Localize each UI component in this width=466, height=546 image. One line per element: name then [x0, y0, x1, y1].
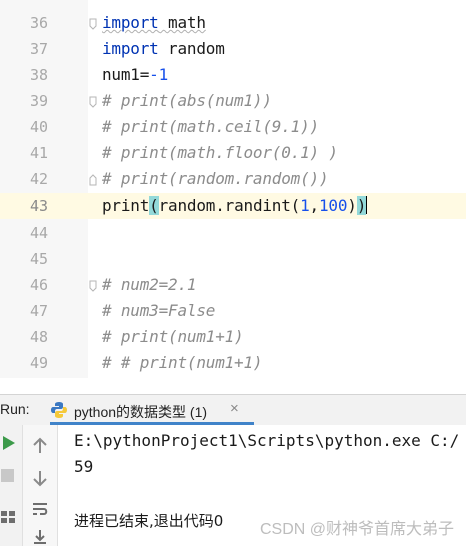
code-line-47[interactable]: 47 # num3=False	[0, 298, 466, 324]
console-actions-toolbar	[23, 425, 58, 546]
line-number: 48	[29, 328, 48, 346]
run-tool-window-header: Run: python的数据类型 (1) ×	[0, 394, 466, 426]
code-line-38[interactable]: 38 num1=-1	[0, 62, 466, 88]
code-line-48[interactable]: 48 # print(num1+1)	[0, 324, 466, 350]
line-number: 42	[29, 170, 48, 188]
code-comment: # num2=2.1	[102, 275, 197, 294]
line-number: 41	[29, 144, 48, 162]
run-tab[interactable]: python的数据类型 (1) ×	[50, 395, 260, 425]
console-exit-message: 进程已结束,退出代码0	[74, 512, 224, 530]
code-comment: # # print(num1+1)	[102, 353, 263, 372]
line-number: 45	[29, 250, 48, 268]
line-number: 39	[29, 92, 48, 110]
rerun-icon[interactable]	[2, 435, 16, 451]
code-text: print(random.randint(1,100))	[102, 196, 368, 215]
code-comment: # num3=False	[102, 301, 216, 320]
stop-icon[interactable]	[1, 469, 14, 482]
code-line-37[interactable]: 37 import random	[0, 36, 466, 62]
code-comment: # print(math.ceil(9.1))	[102, 117, 319, 136]
down-arrow-icon[interactable]	[32, 469, 48, 487]
close-icon[interactable]: ×	[230, 400, 239, 417]
code-line-36[interactable]: 36 import math	[0, 10, 466, 36]
soft-wrap-icon[interactable]	[32, 501, 48, 517]
code-line-43-current[interactable]: 43 print(random.randint(1,100))	[0, 193, 466, 219]
code-comment: # print(random.random())	[102, 169, 329, 188]
layout-icon[interactable]	[0, 509, 16, 525]
fold-marker-icon[interactable]	[89, 96, 97, 108]
code-line-49[interactable]: 49 # # print(num1+1)	[0, 350, 466, 376]
run-actions-toolbar	[0, 425, 23, 546]
code-line-46[interactable]: 46 # num2=2.1	[0, 272, 466, 298]
console-command-line: E:\pythonProject1\Scripts\python.exe C:/	[74, 431, 460, 450]
run-label: Run:	[0, 401, 30, 417]
line-number: 43	[29, 197, 48, 215]
line-number: 44	[29, 224, 48, 242]
code-line-44[interactable]: 44	[0, 220, 466, 246]
line-number: 37	[29, 40, 48, 58]
line-number: 38	[29, 66, 48, 84]
code-line-45[interactable]: 45	[0, 246, 466, 272]
run-tab-label: python的数据类型 (1)	[74, 404, 208, 420]
up-arrow-icon[interactable]	[32, 437, 48, 455]
line-number: 40	[29, 118, 48, 136]
code-line-42[interactable]: 42 # print(random.random())	[0, 166, 466, 192]
text-caret	[366, 196, 368, 214]
line-number: 46	[29, 276, 48, 294]
code-text: import random	[102, 39, 225, 58]
line-number: 36	[29, 14, 48, 32]
code-editor[interactable]: 36 import math 37 import random 38 num1=…	[0, 0, 466, 378]
scroll-to-end-icon[interactable]	[32, 529, 48, 545]
code-line-41[interactable]: 41 # print(math.floor(0.1) )	[0, 140, 466, 166]
fold-marker-icon[interactable]	[89, 18, 97, 30]
line-number: 47	[29, 302, 48, 320]
code-comment: # print(math.floor(0.1) )	[102, 143, 338, 162]
fold-marker-icon[interactable]	[89, 174, 97, 186]
code-comment: # print(num1+1)	[102, 327, 244, 346]
code-text: num1=-1	[102, 65, 169, 84]
console-output-value: 59	[74, 457, 94, 476]
code-text: import math	[102, 13, 206, 32]
code-line-39[interactable]: 39 # print(abs(num1))	[0, 88, 466, 114]
line-number: 49	[29, 354, 48, 372]
watermark: CSDN @财神爷首席大弟子	[259, 521, 454, 538]
code-line-40[interactable]: 40 # print(math.ceil(9.1))	[0, 114, 466, 140]
run-console[interactable]: E:\pythonProject1\Scripts\python.exe C:/…	[0, 425, 466, 546]
fold-marker-icon[interactable]	[89, 280, 97, 292]
code-comment: # print(abs(num1))	[102, 91, 272, 110]
python-file-icon	[51, 402, 67, 418]
